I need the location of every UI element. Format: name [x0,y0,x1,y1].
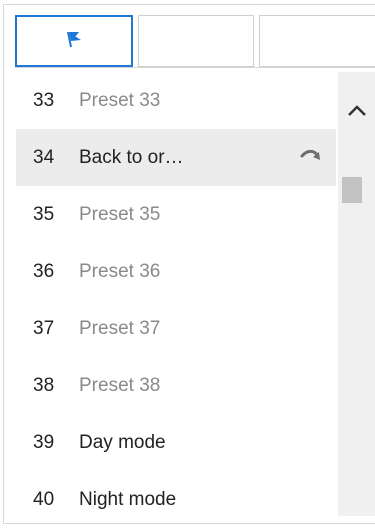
tab-divider [15,67,375,68]
preset-name: Day mode [79,431,166,453]
preset-name: Back to or… [79,146,184,168]
preset-list: 33 Preset 33 34 Back to or… 35 Preset 35… [16,72,336,528]
preset-number: 34 [33,146,55,168]
preset-row[interactable]: 40 Night mode [16,471,336,528]
scrollbar[interactable] [338,72,375,516]
preset-number: 38 [33,374,55,396]
preset-number: 40 [33,488,55,510]
tab-presets[interactable] [15,15,133,67]
tab-3[interactable] [259,15,375,67]
scroll-thumb[interactable] [342,177,362,203]
preset-row[interactable]: 35 Preset 35 [16,186,336,243]
preset-name: Preset 37 [79,317,161,339]
preset-row[interactable]: 33 Preset 33 [16,72,336,129]
scroll-up-button[interactable] [338,100,375,126]
preset-name: Preset 35 [79,203,161,225]
preset-row-selected[interactable]: 34 Back to or… [16,129,336,186]
preset-row[interactable]: 37 Preset 37 [16,300,336,357]
tab-2[interactable] [138,15,254,67]
preset-row[interactable]: 38 Preset 38 [16,357,336,414]
preset-row[interactable]: 39 Day mode [16,414,336,471]
preset-name: Night mode [79,488,177,510]
flag-icon [63,29,85,54]
preset-row[interactable]: 36 Preset 36 [16,243,336,300]
preset-number: 37 [33,317,55,339]
tab-bar [15,15,375,67]
preset-number: 33 [33,89,55,111]
call-preset-arrow-icon[interactable] [300,149,322,165]
preset-number: 39 [33,431,55,453]
preset-number: 35 [33,203,55,225]
preset-name: Preset 38 [79,374,161,396]
preset-name: Preset 33 [79,89,161,111]
chevron-up-icon [346,104,368,123]
preset-name: Preset 36 [79,260,161,282]
preset-number: 36 [33,260,55,282]
